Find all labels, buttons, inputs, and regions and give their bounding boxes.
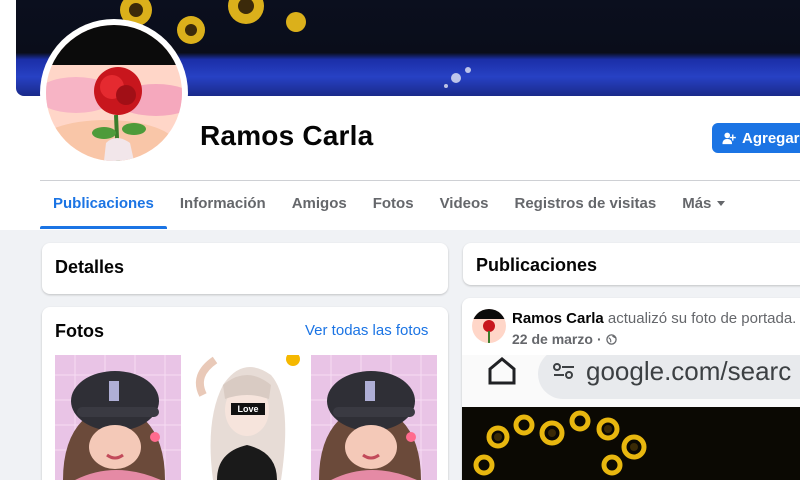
bts-cap-girl-photo-icon: [311, 355, 437, 480]
photo-caption-love: Love: [231, 403, 265, 415]
sunflowers-image-icon: [462, 407, 800, 480]
photo-thumbnail-1[interactable]: [55, 355, 181, 480]
url-bar-screenshot: google.com/searc: [462, 355, 800, 407]
site-settings-icon: [553, 363, 574, 379]
post-meta: 22 de marzo ·: [512, 331, 617, 347]
tab-mas[interactable]: Más: [669, 181, 738, 229]
tab-publicaciones[interactable]: Publicaciones: [40, 181, 167, 229]
photo-thumbnail-2[interactable]: Love: [183, 355, 309, 480]
post-action-text: actualizó su foto de portada.: [607, 310, 797, 327]
tab-mas-label: Más: [682, 195, 712, 212]
tab-registros-de-visitas[interactable]: Registros de visitas: [501, 181, 669, 229]
add-friend-button[interactable]: Agregar: [712, 123, 800, 153]
caret-down-icon: [717, 200, 726, 206]
photo-thumbnail-3[interactable]: [311, 355, 437, 480]
posts-title: Publicaciones: [476, 255, 598, 275]
post-header-line: Ramos Carla actualizó su foto de portada…: [512, 310, 796, 327]
bts-cap-girl-photo-icon: [55, 355, 181, 480]
profile-tabs: Publicaciones Información Amigos Fotos V…: [40, 181, 738, 229]
url-text: google.com/searc: [586, 356, 792, 386]
posts-header-card: Publicaciones: [463, 243, 800, 285]
post-author-name[interactable]: Ramos Carla: [512, 310, 604, 327]
post-author-avatar[interactable]: [472, 309, 506, 343]
tab-amigos[interactable]: Amigos: [279, 181, 360, 229]
tab-informacion[interactable]: Información: [167, 181, 279, 229]
profile-header: Ramos Carla Agregar Publicaciones Inform…: [0, 0, 800, 230]
globe-icon: [605, 333, 617, 345]
profile-name: Ramos Carla: [200, 120, 374, 151]
details-title: Detalles: [55, 257, 125, 277]
love-girl-photo-icon: [183, 355, 309, 480]
add-friend-icon: [722, 132, 736, 145]
details-card: Detalles: [42, 243, 448, 294]
add-friend-label: Agregar: [742, 129, 800, 147]
post-date[interactable]: 22 de marzo: [512, 331, 593, 347]
profile-avatar[interactable]: [46, 25, 182, 161]
home-icon: [488, 357, 516, 385]
post-image[interactable]: google.com/searc: [462, 355, 800, 480]
post-separator: ·: [596, 331, 602, 347]
see-all-photos-link[interactable]: Ver todas las fotos: [305, 322, 428, 339]
tab-fotos[interactable]: Fotos: [360, 181, 427, 229]
tab-videos[interactable]: Videos: [427, 181, 502, 229]
photos-title: Fotos: [55, 321, 104, 341]
